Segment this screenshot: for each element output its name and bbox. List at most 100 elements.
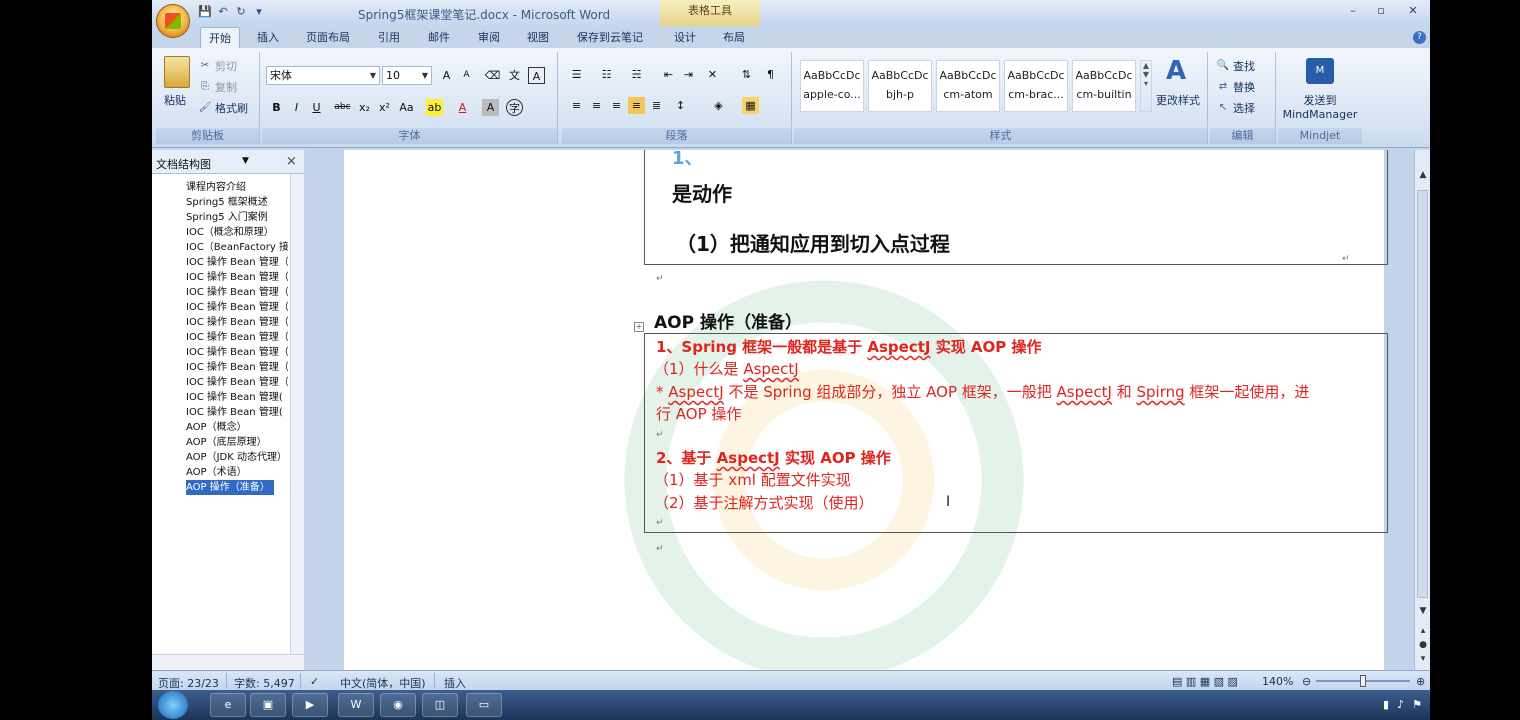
style-bjh-p[interactable]: AaBbCcDc bjh-p — [868, 60, 932, 112]
document-map-item[interactable]: IOC（BeanFactory 接 — [186, 240, 288, 255]
zoom-out-icon[interactable]: ⊖ — [1302, 675, 1311, 688]
page-count[interactable]: 页面: 23/23 — [158, 675, 219, 691]
shading-icon[interactable]: ◈ — [710, 97, 727, 114]
next-page-icon[interactable]: ▾ — [1416, 654, 1430, 664]
change-styles-icon[interactable]: A — [1166, 56, 1186, 86]
restore-button[interactable]: ▫ — [1372, 4, 1390, 17]
chrome-icon[interactable]: ◉ — [380, 693, 416, 717]
document-map-item[interactable]: IOC 操作 Bean 管理（ — [186, 300, 288, 315]
document-map-scrollbar[interactable] — [290, 174, 304, 654]
multilevel-list-icon[interactable]: ☵ — [628, 66, 645, 83]
document-map-item[interactable]: AOP（底层原理） — [186, 435, 288, 450]
document-page[interactable]: 1、 是动作 （1）把通知应用到切入点过程 ↵ ↵ + AOP 操作（准备） 1… — [344, 150, 1388, 670]
chevron-down-icon[interactable]: ▼ — [242, 156, 249, 166]
document-map-item[interactable]: IOC（概念和原理） — [186, 225, 288, 240]
tab-mailings[interactable]: 邮件 — [428, 29, 450, 45]
document-map-item[interactable]: IOC 操作 Bean 管理( — [186, 390, 288, 405]
close-icon[interactable]: × — [286, 154, 297, 169]
browse-object-icon[interactable]: ● — [1416, 640, 1430, 650]
scroll-down-icon[interactable]: ▼ — [1416, 606, 1430, 616]
grow-font-icon[interactable]: A — [438, 67, 455, 84]
mindmanager-icon[interactable]: M — [1306, 58, 1334, 84]
mindmanager-label[interactable]: MindManager — [1278, 108, 1362, 121]
view-buttons[interactable]: ▤ ▥ ▦ ▧ ▨ — [1172, 675, 1238, 688]
scroll-thumb[interactable] — [1417, 190, 1428, 598]
network-icon[interactable]: ▮ — [1383, 698, 1389, 711]
document-map-item[interactable]: AOP（概念） — [186, 420, 288, 435]
distributed-icon[interactable]: ≣ — [648, 97, 665, 114]
increase-indent-icon[interactable]: ⇥ — [680, 66, 697, 83]
minimize-button[interactable]: – — [1344, 4, 1362, 17]
tab-cloud-notes[interactable]: 保存到云笔记 — [577, 29, 643, 45]
justify-icon[interactable]: ≡ — [628, 97, 645, 114]
font-name-combo[interactable]: 宋体 ▼ — [266, 66, 380, 85]
start-button[interactable] — [158, 691, 188, 719]
flag-icon[interactable]: ⚑ — [1412, 698, 1422, 711]
document-map-item[interactable]: IOC 操作 Bean 管理（ — [186, 330, 288, 345]
cut-button[interactable]: ✂ 剪切 — [198, 58, 237, 74]
document-map-hscrollbar[interactable] — [152, 654, 304, 670]
document-map-title[interactable]: 文档结构图 — [156, 156, 211, 172]
align-left-icon[interactable]: ≡ — [568, 97, 585, 114]
style-apple-co[interactable]: AaBbCcDc apple-co... — [800, 60, 864, 112]
show-marks-icon[interactable]: ¶ — [762, 66, 779, 83]
borders-icon[interactable]: ▦ — [742, 97, 759, 114]
language-status[interactable]: 中文(简体，中国) — [340, 675, 426, 691]
italic-icon[interactable]: I — [288, 99, 305, 116]
folder-icon[interactable]: ▭ — [466, 693, 502, 717]
numbering-icon[interactable]: ☷ — [598, 66, 615, 83]
redo-icon[interactable]: ↻ — [234, 5, 248, 19]
ide-icon[interactable]: ▣ — [250, 693, 286, 717]
tab-references[interactable]: 引用 — [378, 29, 400, 45]
zoom-level[interactable]: 140% — [1262, 675, 1293, 688]
style-cm-brac[interactable]: AaBbCcDc cm-brac... — [1004, 60, 1068, 112]
close-button[interactable]: ✕ — [1404, 4, 1422, 17]
char-border-icon[interactable]: A — [528, 67, 545, 84]
zoom-slider-thumb[interactable] — [1360, 675, 1366, 687]
line-spacing-icon[interactable]: ↕ — [672, 97, 689, 114]
previous-page-icon[interactable]: ▴ — [1416, 626, 1430, 636]
document-map-item[interactable]: IOC 操作 Bean 管理（ — [186, 255, 288, 270]
document-map-item[interactable]: IOC 操作 Bean 管理（ — [186, 315, 288, 330]
save-icon[interactable]: 💾 — [198, 5, 212, 19]
clear-format-icon[interactable]: ⌫ — [484, 67, 501, 84]
document-map-item[interactable]: Spring5 入门案例 — [186, 210, 288, 225]
volume-icon[interactable]: ♪ — [1397, 698, 1404, 711]
shrink-font-icon[interactable]: A — [458, 67, 475, 84]
document-map-item[interactable]: AOP（术语） — [186, 465, 288, 480]
ie-icon[interactable]: e — [210, 693, 246, 717]
document-map-item[interactable]: IOC 操作 Bean 管理（ — [186, 360, 288, 375]
document-map-item[interactable]: IOC 操作 Bean 管理（ — [186, 375, 288, 390]
style-cm-builtin[interactable]: AaBbCcDc cm-builtin — [1072, 60, 1136, 112]
find-button[interactable]: 🔍 查找 — [1216, 58, 1255, 74]
word-count[interactable]: 字数: 5,497 — [234, 675, 295, 691]
office-button[interactable] — [156, 4, 190, 38]
tab-home[interactable]: 开始 — [200, 27, 240, 48]
table-move-handle-icon[interactable]: + — [634, 322, 644, 332]
paste-button[interactable]: 粘贴 — [164, 92, 186, 108]
style-cm-atom[interactable]: AaBbCcDc cm-atom — [936, 60, 1000, 112]
document-map-item[interactable]: AOP 操作（准备） — [186, 480, 274, 495]
align-right-icon[interactable]: ≡ — [608, 97, 625, 114]
font-color-icon[interactable]: A — [454, 99, 471, 116]
document-map-item[interactable]: Spring5 框架概述 — [186, 195, 288, 210]
strikethrough-icon[interactable]: abc — [334, 99, 351, 116]
media-icon[interactable]: ▶ — [292, 693, 328, 717]
change-styles-button[interactable]: 更改样式 — [1156, 92, 1200, 108]
replace-button[interactable]: ⇄ 替换 — [1216, 79, 1255, 95]
proofing-icon[interactable]: ✓ — [310, 675, 319, 688]
zoom-in-icon[interactable]: ⊕ — [1416, 675, 1425, 688]
decrease-indent-icon[interactable]: ⇤ — [660, 66, 677, 83]
underline-icon[interactable]: U — [308, 99, 325, 116]
document-map-item[interactable]: AOP（JDK 动态代理） — [186, 450, 288, 465]
change-case-icon[interactable]: Aa — [398, 99, 415, 116]
scroll-up-icon[interactable]: ▲ — [1416, 170, 1430, 180]
word-taskbar-icon[interactable]: W — [338, 693, 374, 717]
vertical-scrollbar[interactable]: ▲ ▼ ▴ ● ▾ — [1414, 150, 1430, 670]
highlight-icon[interactable]: ab — [426, 99, 443, 116]
select-button[interactable]: ↖ 选择 — [1216, 100, 1255, 116]
styles-scroll[interactable]: ▲ ▼ ▾ — [1140, 60, 1152, 112]
tab-view[interactable]: 视图 — [527, 29, 549, 45]
customize-qat-icon[interactable]: ▾ — [252, 5, 266, 19]
tab-design[interactable]: 设计 — [674, 29, 696, 45]
